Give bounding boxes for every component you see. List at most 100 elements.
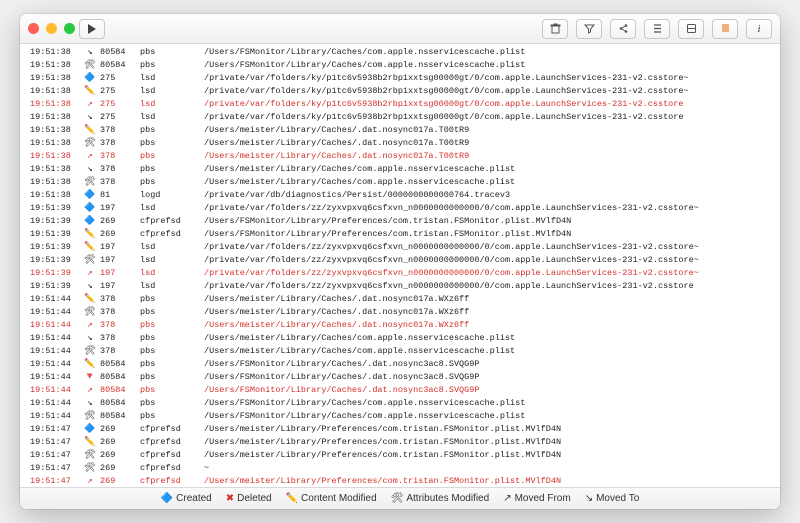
list-view-2-button[interactable]: [678, 19, 704, 39]
event-row[interactable]: 19:51:39✏️197lsd/private/var/folders/zz/…: [30, 241, 780, 254]
event-time: 19:51:44: [30, 397, 82, 410]
event-row[interactable]: 19:51:47✏️269cfprefsd/Users/meister/Libr…: [30, 436, 780, 449]
event-pid: 80584: [98, 410, 140, 423]
event-process: lsd: [140, 267, 204, 280]
event-process: pbs: [140, 150, 204, 163]
event-time: 19:51:38: [30, 176, 82, 189]
event-row[interactable]: 19:51:38↘275lsd/private/var/folders/ky/p…: [30, 111, 780, 124]
event-row[interactable]: 19:51:47🛠269cfprefsd~: [30, 462, 780, 475]
event-row[interactable]: 19:51:38↘80584pbs/Users/FSMonitor/Librar…: [30, 46, 780, 59]
share-button[interactable]: [610, 19, 636, 39]
event-pid: 378: [98, 345, 140, 358]
filter-button[interactable]: [576, 19, 602, 39]
event-row[interactable]: 19:51:39🔷269cfprefsd/Users/FSMonitor/Lib…: [30, 215, 780, 228]
event-pid: 80584: [98, 384, 140, 397]
event-pid: 269: [98, 449, 140, 462]
event-row[interactable]: 19:51:44✏️378pbs/Users/meister/Library/C…: [30, 293, 780, 306]
event-row[interactable]: 19:51:38↗275lsd/private/var/folders/ky/p…: [30, 98, 780, 111]
event-type-icon: ↗: [82, 150, 98, 163]
event-time: 19:51:38: [30, 150, 82, 163]
event-row[interactable]: 19:51:38🔷81logd/private/var/db/diagnosti…: [30, 189, 780, 202]
movedto-icon: ↘: [585, 493, 593, 504]
close-button[interactable]: [28, 23, 39, 34]
event-type-icon: 🛠: [82, 449, 98, 462]
event-process: pbs: [140, 124, 204, 137]
event-row[interactable]: 19:51:38↗378pbs/Users/meister/Library/Ca…: [30, 150, 780, 163]
event-time: 19:51:39: [30, 202, 82, 215]
event-row[interactable]: 19:51:44↘378pbs/Users/meister/Library/Ca…: [30, 332, 780, 345]
event-type-icon: ↗: [82, 319, 98, 332]
event-row[interactable]: 19:51:38🛠80584pbs/Users/FSMonitor/Librar…: [30, 59, 780, 72]
event-type-icon: 🛠: [82, 59, 98, 72]
event-pid: 378: [98, 332, 140, 345]
list-view-1-button[interactable]: [644, 19, 670, 39]
event-row[interactable]: 19:51:44🛠378pbs/Users/meister/Library/Ca…: [30, 306, 780, 319]
event-path: /Users/meister/Library/Caches/com.apple.…: [204, 345, 780, 358]
zoom-button[interactable]: [64, 23, 75, 34]
legend-movedfrom: ↗Moved From: [503, 493, 571, 504]
event-path: /Users/meister/Library/Caches/com.apple.…: [204, 163, 780, 176]
event-process: cfprefsd: [140, 215, 204, 228]
play-button[interactable]: [79, 19, 105, 39]
event-pid: 378: [98, 163, 140, 176]
minimize-button[interactable]: [46, 23, 57, 34]
event-list[interactable]: 19:51:38↘80584pbs/Users/FSMonitor/Librar…: [20, 44, 780, 487]
event-type-icon: ✏️: [82, 228, 98, 241]
event-process: pbs: [140, 397, 204, 410]
event-path: /private/var/folders/ky/p1tc6v5938b2rbp1…: [204, 85, 780, 98]
event-row[interactable]: 19:51:38🛠378pbs/Users/meister/Library/Ca…: [30, 137, 780, 150]
event-row[interactable]: 19:51:44↗378pbs/Users/meister/Library/Ca…: [30, 319, 780, 332]
event-pid: 197: [98, 241, 140, 254]
event-row[interactable]: 19:51:38✏️275lsd/private/var/folders/ky/…: [30, 85, 780, 98]
event-time: 19:51:39: [30, 215, 82, 228]
pencil-icon: ✏️: [286, 493, 298, 504]
event-row[interactable]: 19:51:38↘378pbs/Users/meister/Library/Ca…: [30, 163, 780, 176]
event-row[interactable]: 19:51:44↗80584pbs/Users/FSMonitor/Librar…: [30, 384, 780, 397]
event-row[interactable]: 19:51:47🛠269cfprefsd/Users/meister/Libra…: [30, 449, 780, 462]
event-type-icon: ↗: [82, 98, 98, 111]
event-row[interactable]: 19:51:44↘80584pbs/Users/FSMonitor/Librar…: [30, 397, 780, 410]
event-row[interactable]: 19:51:39↗197lsd/private/var/folders/zz/z…: [30, 267, 780, 280]
event-row[interactable]: 19:51:47🔷269cfprefsd/Users/meister/Libra…: [30, 423, 780, 436]
event-row[interactable]: 19:51:39🛠197lsd/private/var/folders/zz/z…: [30, 254, 780, 267]
event-row[interactable]: 19:51:39✏️269cfprefsd/Users/FSMonitor/Li…: [30, 228, 780, 241]
event-row[interactable]: 19:51:44🛠80584pbs/Users/FSMonitor/Librar…: [30, 410, 780, 423]
event-row[interactable]: 19:51:39↘197lsd/private/var/folders/zz/z…: [30, 280, 780, 293]
event-type-icon: ↗: [82, 475, 98, 487]
event-row[interactable]: 19:51:38🔷275lsd/private/var/folders/ky/p…: [30, 72, 780, 85]
event-pid: 80584: [98, 358, 140, 371]
event-path: /Users/FSMonitor/Library/Caches/com.appl…: [204, 46, 780, 59]
event-path: /Users/meister/Library/Caches/.dat.nosyn…: [204, 124, 780, 137]
event-type-icon: 🛠: [82, 254, 98, 267]
event-time: 19:51:38: [30, 46, 82, 59]
event-pid: 81: [98, 189, 140, 202]
event-time: 19:51:39: [30, 228, 82, 241]
event-row[interactable]: 19:51:38🛠378pbs/Users/meister/Library/Ca…: [30, 176, 780, 189]
created-icon: 🔷: [161, 493, 173, 504]
event-row[interactable]: 19:51:44✏️80584pbs/Users/FSMonitor/Libra…: [30, 358, 780, 371]
toolbar-right: i: [528, 19, 772, 39]
event-row[interactable]: 19:51:47↗269cfprefsd/Users/meister/Libra…: [30, 475, 780, 487]
legend-content: ✏️Content Modified: [286, 493, 377, 504]
event-type-icon: ↘: [82, 397, 98, 410]
event-time: 19:51:38: [30, 72, 82, 85]
event-row[interactable]: 19:51:39🔷197lsd/private/var/folders/zz/z…: [30, 202, 780, 215]
event-time: 19:51:38: [30, 137, 82, 150]
event-row[interactable]: 19:51:44🔻80584pbs/Users/FSMonitor/Librar…: [30, 371, 780, 384]
info-button[interactable]: i: [746, 19, 772, 39]
event-pid: 378: [98, 150, 140, 163]
list-view-3-button[interactable]: [712, 19, 738, 39]
event-pid: 269: [98, 215, 140, 228]
event-time: 19:51:47: [30, 423, 82, 436]
event-path: /private/var/folders/zz/zyxvpxvq6csfxvn_…: [204, 267, 780, 280]
event-type-icon: 🛠: [82, 410, 98, 423]
event-path: /Users/meister/Library/Caches/.dat.nosyn…: [204, 293, 780, 306]
event-pid: 197: [98, 280, 140, 293]
event-row[interactable]: 19:51:44🛠378pbs/Users/meister/Library/Ca…: [30, 345, 780, 358]
event-time: 19:51:38: [30, 111, 82, 124]
event-type-icon: ↗: [82, 384, 98, 397]
event-time: 19:51:44: [30, 306, 82, 319]
trash-button[interactable]: [542, 19, 568, 39]
event-row[interactable]: 19:51:38✏️378pbs/Users/meister/Library/C…: [30, 124, 780, 137]
event-type-icon: 🔻: [82, 371, 98, 384]
